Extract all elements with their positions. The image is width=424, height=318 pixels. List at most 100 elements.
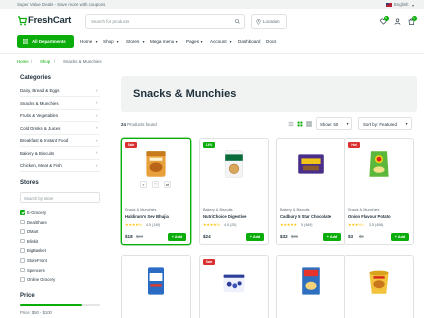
product-price: $3 xyxy=(348,234,354,239)
store-label[interactable]: Spencers xyxy=(27,268,45,273)
product-image[interactable] xyxy=(218,265,250,297)
category-item[interactable]: Breakfast & Instant Food xyxy=(20,138,100,143)
product-image[interactable] xyxy=(295,148,327,180)
breadcrumb-separator: / xyxy=(31,59,33,64)
grid-view-icon[interactable] xyxy=(297,121,303,127)
quick-view-icon[interactable]: ⌕ xyxy=(140,181,147,188)
products-found-label: 24 Products found xyxy=(121,122,157,127)
add-to-cart-button[interactable]: + Add xyxy=(168,233,186,241)
product-category[interactable]: Bakery & Biscuits xyxy=(203,208,233,212)
store-label[interactable]: Online Grocery xyxy=(27,277,55,282)
product-image[interactable] xyxy=(140,148,172,180)
breadcrumb-home[interactable]: Home xyxy=(17,59,29,64)
product-price: $32 xyxy=(280,234,288,239)
store-checkbox[interactable] xyxy=(20,258,25,263)
category-divider xyxy=(20,121,100,122)
sort-value: Sort by: Featured xyxy=(363,121,397,127)
user-icon[interactable] xyxy=(394,18,401,25)
product-category[interactable]: Bakery & Biscuits xyxy=(280,208,310,212)
compare-icon[interactable]: ⇄ xyxy=(164,181,171,188)
product-category[interactable]: Snack & Munchies xyxy=(125,208,156,212)
product-old-price: $24 xyxy=(136,234,143,240)
product-badge: Sale xyxy=(125,142,137,148)
product-name[interactable]: Cadbury 5 Star Chocolate xyxy=(280,214,331,219)
chevron-down-icon: ▼ xyxy=(142,40,146,44)
chevron-right-icon: › xyxy=(96,112,98,118)
language-selector[interactable]: English xyxy=(394,2,408,7)
price-slider-range[interactable] xyxy=(20,304,82,306)
add-to-cart-button[interactable]: + Add xyxy=(323,233,341,241)
product-badge: Sale xyxy=(203,259,215,265)
product-image[interactable] xyxy=(363,265,395,297)
categories-heading: Categories xyxy=(20,75,52,81)
breadcrumb-shop[interactable]: Shop xyxy=(40,59,50,64)
category-item[interactable]: Bakery & Biscuits xyxy=(20,151,100,156)
product-category[interactable]: Snack & Munchies xyxy=(348,208,379,212)
product-name[interactable]: Haldiram's Sev Bhujia xyxy=(125,214,169,219)
chevron-down-icon: ▼ xyxy=(405,122,409,126)
store-checkbox[interactable] xyxy=(20,229,25,234)
store-label[interactable]: Blinkit xyxy=(27,239,38,244)
product-name[interactable]: NutriChoice Digestive xyxy=(203,214,247,219)
nav-stores[interactable]: Stores xyxy=(126,39,139,44)
add-to-cart-button[interactable]: + Add xyxy=(391,233,409,241)
price-range-label: Price: $50 - $100 xyxy=(20,310,52,315)
add-to-cart-button[interactable]: + Add xyxy=(246,233,264,241)
cart-logo-icon xyxy=(18,16,27,26)
nav-pages[interactable]: Pages xyxy=(186,39,199,44)
category-item[interactable]: Cold Drinks & Juices xyxy=(20,126,100,131)
nav-dashboard[interactable]: Dashboard xyxy=(238,39,260,44)
product-badge: 14% xyxy=(203,142,215,148)
category-item[interactable]: Fruits & Vegetables xyxy=(20,113,100,118)
store-label[interactable]: StoreFront xyxy=(27,258,47,263)
chevron-right-icon: › xyxy=(96,87,98,93)
store-checkbox[interactable] xyxy=(20,277,25,282)
store-checkbox[interactable] xyxy=(20,267,25,273)
store-label[interactable]: DealShare xyxy=(27,220,47,225)
chevron-right-icon: › xyxy=(96,137,98,143)
nav-mega-menu[interactable]: Mega menu xyxy=(150,39,174,44)
search-icon[interactable] xyxy=(235,18,240,24)
stores-heading: Stores xyxy=(20,180,39,186)
nav-account[interactable]: Account xyxy=(210,39,227,44)
product-old-price: $35 xyxy=(291,234,298,240)
header-divider xyxy=(0,53,424,54)
store-checkbox[interactable] xyxy=(20,219,25,225)
category-item[interactable]: Chicken, Meat & Fish xyxy=(20,163,100,168)
product-name[interactable]: Onion Flavour Potato xyxy=(348,214,391,219)
store-label[interactable]: E-Grocery xyxy=(27,210,46,215)
page-title: Snacks & Munchies xyxy=(133,88,237,100)
product-price: $18 xyxy=(125,234,133,239)
nav-home[interactable]: Home xyxy=(80,39,92,44)
store-checkbox[interactable] xyxy=(20,238,25,244)
product-image[interactable] xyxy=(218,148,250,180)
product-image[interactable] xyxy=(363,148,395,180)
rating-value: 4.5 (25) xyxy=(224,222,237,227)
product-image[interactable] xyxy=(295,265,327,297)
star-rating: ★★★★½ xyxy=(125,222,142,227)
nav-docs[interactable]: Docs xyxy=(266,39,276,44)
brand-logo[interactable]: FreshCart xyxy=(28,15,71,26)
show-count-value: Show: 50 xyxy=(320,121,339,127)
category-divider xyxy=(20,171,100,172)
grid-3-view-icon[interactable] xyxy=(306,121,312,127)
store-checkbox[interactable] xyxy=(20,248,25,253)
category-divider xyxy=(20,133,100,134)
chevron-down-icon: ▼ xyxy=(229,40,233,44)
star-rating: ★★★½☆ xyxy=(348,222,365,227)
store-label[interactable]: BigBasket xyxy=(27,248,46,253)
store-checkbox[interactable] xyxy=(20,210,25,215)
list-view-icon[interactable] xyxy=(288,121,294,127)
rating-value: 3.5 (456) xyxy=(369,222,384,227)
wishlist-heart-icon[interactable]: ♡ xyxy=(152,181,159,188)
map-pin-icon xyxy=(256,18,261,25)
category-item[interactable]: Snacks & Munchies xyxy=(20,101,100,106)
category-item[interactable]: Dairy, Bread & Eggs xyxy=(20,88,100,93)
product-image[interactable] xyxy=(140,265,172,297)
chevron-right-icon: › xyxy=(96,125,98,130)
breadcrumb-separator: / xyxy=(54,59,56,64)
store-label[interactable]: DMart xyxy=(27,229,38,234)
nav-shop[interactable]: Shop xyxy=(103,39,114,44)
chevron-down-icon: ▼ xyxy=(200,40,204,44)
chevron-down-icon: ▼ xyxy=(175,40,179,44)
